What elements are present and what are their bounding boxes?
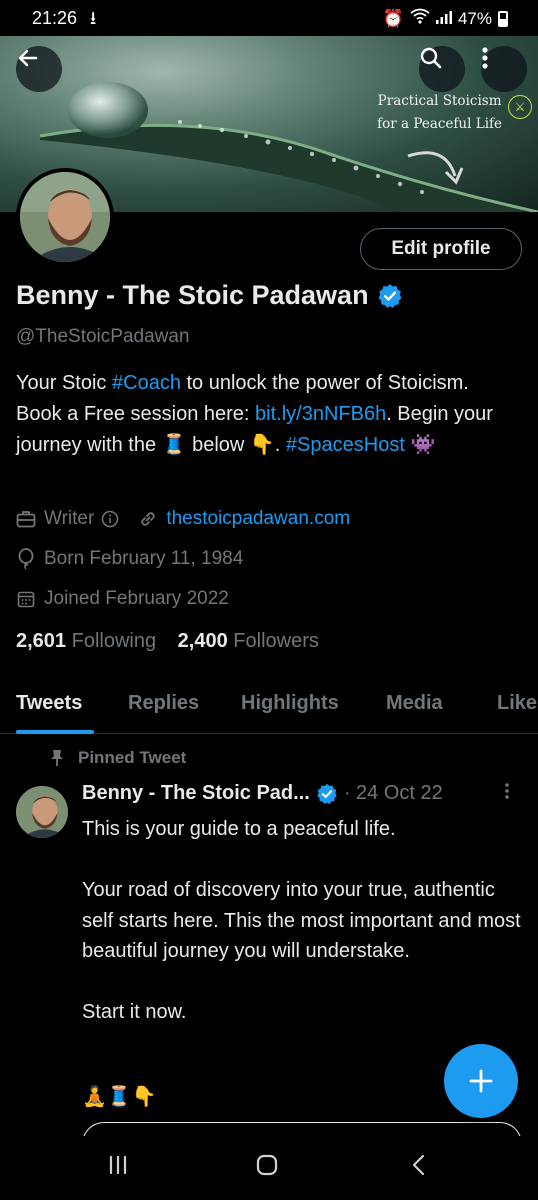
search-icon bbox=[420, 47, 442, 69]
verified-badge-icon[interactable] bbox=[377, 283, 403, 309]
hashtag-spaceshost-link[interactable]: #SpacesHost bbox=[286, 434, 405, 456]
hashtag-coach-link[interactable]: #Coach bbox=[112, 372, 181, 394]
verified-badge-icon bbox=[317, 783, 337, 804]
tweet-text: This is your guide to a peaceful life. Y… bbox=[82, 818, 521, 1023]
followers-count: 2,400 bbox=[177, 630, 228, 652]
profile-name-row: Benny - The Stoic Padawan bbox=[16, 280, 403, 311]
pin-icon bbox=[51, 750, 63, 766]
banner-line-1: Practical Stoicism bbox=[377, 93, 502, 109]
search-button[interactable] bbox=[419, 46, 465, 92]
booking-link[interactable]: bit.ly/3nNFB6h bbox=[255, 403, 386, 425]
profile-name: Benny - The Stoic Padawan bbox=[16, 280, 369, 310]
tweet-author-avatar[interactable] bbox=[16, 786, 68, 838]
signal-icon bbox=[435, 9, 452, 29]
profile-meta-row-3: Joined February 2022 bbox=[16, 588, 229, 610]
compose-tweet-button[interactable] bbox=[444, 1044, 518, 1118]
battery-icon bbox=[498, 10, 508, 27]
tweet-emojis: 🧘🧵👇 bbox=[82, 1086, 157, 1108]
link-icon bbox=[138, 509, 158, 529]
bio-text-1: Your Stoic bbox=[16, 372, 112, 394]
profile-tabs: Tweets Replies Highlights Media Likes bbox=[0, 680, 538, 734]
following-link[interactable]: 2,601 Following bbox=[16, 630, 156, 652]
active-tab-indicator bbox=[16, 730, 94, 734]
bio-text-4: 👾 bbox=[404, 434, 436, 456]
pinned-label-row: Pinned Tweet bbox=[50, 748, 186, 768]
birthday-text: Born February 11, 1984 bbox=[44, 548, 244, 569]
following-label: Following bbox=[71, 630, 157, 652]
plus-icon bbox=[469, 1069, 493, 1093]
info-icon[interactable] bbox=[100, 509, 120, 529]
banner-logo-icon: ⚔ bbox=[508, 95, 532, 119]
banner-line-2: for a Peaceful Life bbox=[377, 116, 502, 132]
followers-link[interactable]: 2,400 Followers bbox=[178, 630, 319, 652]
chevron-left-icon bbox=[412, 1154, 425, 1176]
briefcase-icon bbox=[16, 509, 36, 529]
tab-highlights[interactable]: Highlights bbox=[241, 692, 339, 715]
status-icons: ⏰ 47% bbox=[383, 8, 508, 29]
avatar-image bbox=[20, 172, 110, 262]
joined-text: Joined February 2022 bbox=[44, 588, 229, 609]
followers-label: Followers bbox=[233, 630, 319, 652]
tweet-header: Benny - The Stoic Pad... · 24 Oct 22 bbox=[82, 782, 443, 805]
follow-stats: 2,601 Following 2,400 Followers bbox=[16, 630, 319, 653]
balloon-icon bbox=[16, 548, 36, 570]
home-button[interactable] bbox=[256, 1154, 278, 1181]
recent-apps-button[interactable] bbox=[107, 1154, 129, 1181]
profile-avatar[interactable] bbox=[16, 168, 114, 266]
alarm-icon: ⏰ bbox=[382, 8, 404, 28]
pinned-label: Pinned Tweet bbox=[78, 748, 187, 767]
recent-apps-icon bbox=[109, 1155, 127, 1175]
avatar-image bbox=[16, 786, 68, 838]
tab-replies[interactable]: Replies bbox=[128, 692, 199, 715]
back-button[interactable] bbox=[16, 46, 62, 92]
more-vertical-icon bbox=[482, 47, 488, 69]
profile-meta-row-2: Born February 11, 1984 bbox=[16, 548, 243, 570]
download-icon: ⭳ bbox=[90, 8, 97, 28]
calendar-icon bbox=[16, 589, 36, 609]
tab-tweets[interactable]: Tweets bbox=[16, 692, 82, 715]
occupation-text: Writer bbox=[44, 508, 95, 529]
tab-media[interactable]: Media bbox=[386, 692, 443, 715]
battery-text: 47% bbox=[457, 8, 492, 28]
edit-profile-button[interactable]: Edit profile bbox=[360, 228, 522, 270]
home-icon bbox=[256, 1154, 278, 1176]
back-nav-button[interactable] bbox=[408, 1154, 430, 1181]
android-nav-bar bbox=[0, 1136, 538, 1200]
more-vertical-icon bbox=[505, 783, 509, 799]
more-options-button[interactable] bbox=[481, 46, 527, 92]
profile-handle: @TheStoicPadawan bbox=[16, 326, 190, 347]
wifi-icon bbox=[410, 8, 430, 29]
tweet-author-name[interactable]: Benny - The Stoic Pad... bbox=[82, 782, 310, 805]
tab-likes[interactable]: Likes bbox=[497, 692, 538, 715]
back-arrow-icon bbox=[18, 49, 38, 67]
profile-bio: Your Stoic #Coach to unlock the power of… bbox=[16, 368, 516, 461]
tweet-date[interactable]: · 24 Oct 22 bbox=[344, 782, 443, 805]
status-bar: 21:26 ⭳ ⏰ 47% bbox=[0, 0, 538, 36]
following-count: 2,601 bbox=[16, 630, 67, 652]
profile-meta-row-1: Writer thestoicpadawan.com bbox=[16, 508, 350, 530]
status-time: 21:26 bbox=[32, 8, 78, 28]
website-link[interactable]: thestoicpadawan.com bbox=[166, 508, 350, 530]
tweet-more-button[interactable] bbox=[504, 782, 510, 806]
banner-caption: Practical Stoicism for a Peaceful Life bbox=[377, 90, 502, 136]
